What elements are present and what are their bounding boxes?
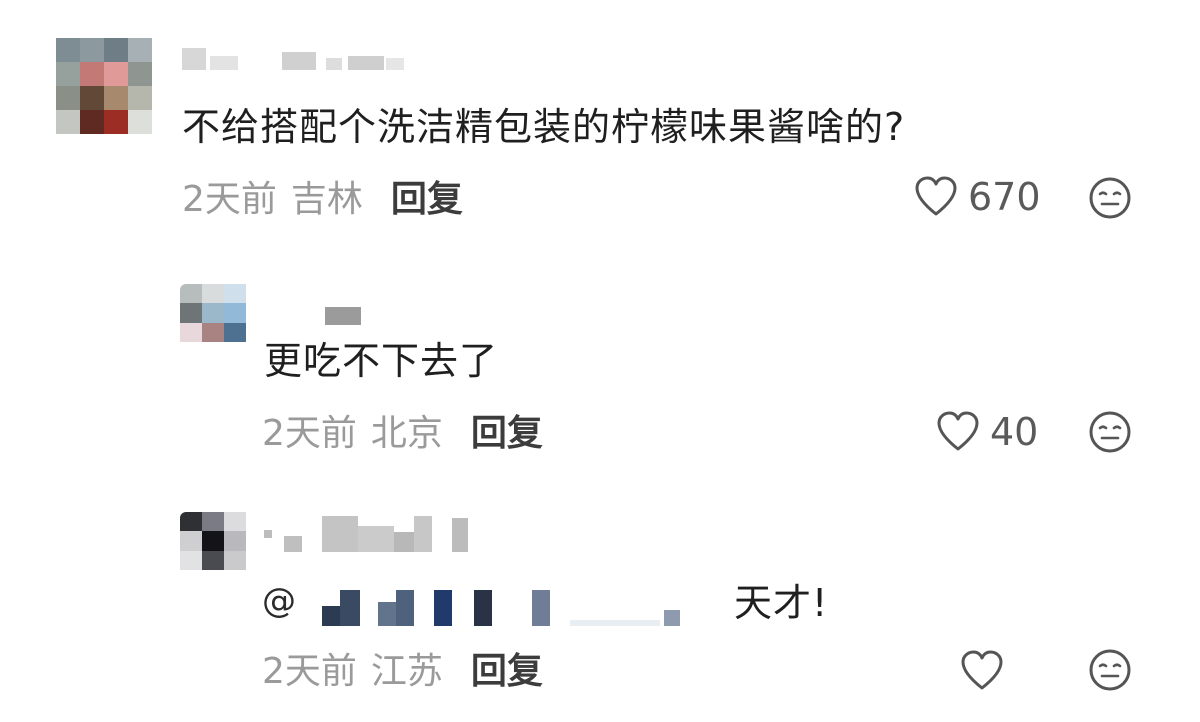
comment-thread: 不给搭配个洗洁精包装的柠檬味果酱啥的? 2天前 吉林 回复 670 更吃不下去了… bbox=[0, 0, 1200, 722]
username-masked[interactable] bbox=[264, 512, 468, 552]
like-button[interactable]: 670 bbox=[914, 176, 1041, 218]
comment-meta: 2天前 北京 回复 bbox=[262, 416, 543, 452]
reply-button[interactable]: 回复 bbox=[391, 179, 463, 220]
like-button[interactable]: 40 bbox=[936, 411, 1038, 453]
react-button[interactable] bbox=[1088, 176, 1132, 224]
like-button[interactable] bbox=[960, 650, 1004, 692]
comment-location: 北京 bbox=[370, 413, 443, 454]
react-button[interactable] bbox=[1088, 648, 1132, 696]
heart-outline-icon bbox=[961, 650, 1003, 690]
neutral-face-icon bbox=[1089, 177, 1131, 219]
comment-time: 2天前 bbox=[262, 651, 357, 692]
avatar[interactable] bbox=[180, 512, 246, 570]
username-masked[interactable] bbox=[325, 305, 361, 325]
avatar[interactable] bbox=[56, 38, 152, 134]
comment-time: 2天前 bbox=[262, 413, 357, 454]
comment-time: 2天前 bbox=[182, 179, 277, 220]
comment-meta: 2天前 吉林 回复 bbox=[182, 182, 463, 218]
avatar[interactable] bbox=[180, 284, 246, 342]
comment-location: 吉林 bbox=[290, 179, 363, 220]
comment-text: 不给搭配个洗洁精包装的柠檬味果酱啥的? bbox=[182, 105, 906, 149]
reply-button[interactable]: 回复 bbox=[471, 413, 543, 454]
comment-location: 江苏 bbox=[370, 651, 443, 692]
react-button[interactable] bbox=[1088, 410, 1132, 458]
reply-button[interactable]: 回复 bbox=[471, 651, 543, 692]
mentioned-username-masked[interactable] bbox=[322, 586, 680, 626]
comment-meta: 2天前 江苏 回复 bbox=[262, 654, 543, 690]
comment-text: 天才! bbox=[734, 581, 829, 625]
like-count: 670 bbox=[968, 175, 1041, 219]
neutral-face-icon bbox=[1089, 649, 1131, 691]
heart-outline-icon bbox=[937, 411, 979, 451]
username-masked[interactable] bbox=[182, 38, 404, 70]
mention-at-symbol: @ bbox=[262, 581, 296, 621]
heart-outline-icon bbox=[915, 176, 957, 216]
comment-text: 更吃不下去了 bbox=[264, 339, 499, 383]
like-count: 40 bbox=[990, 410, 1039, 454]
neutral-face-icon bbox=[1089, 411, 1131, 453]
